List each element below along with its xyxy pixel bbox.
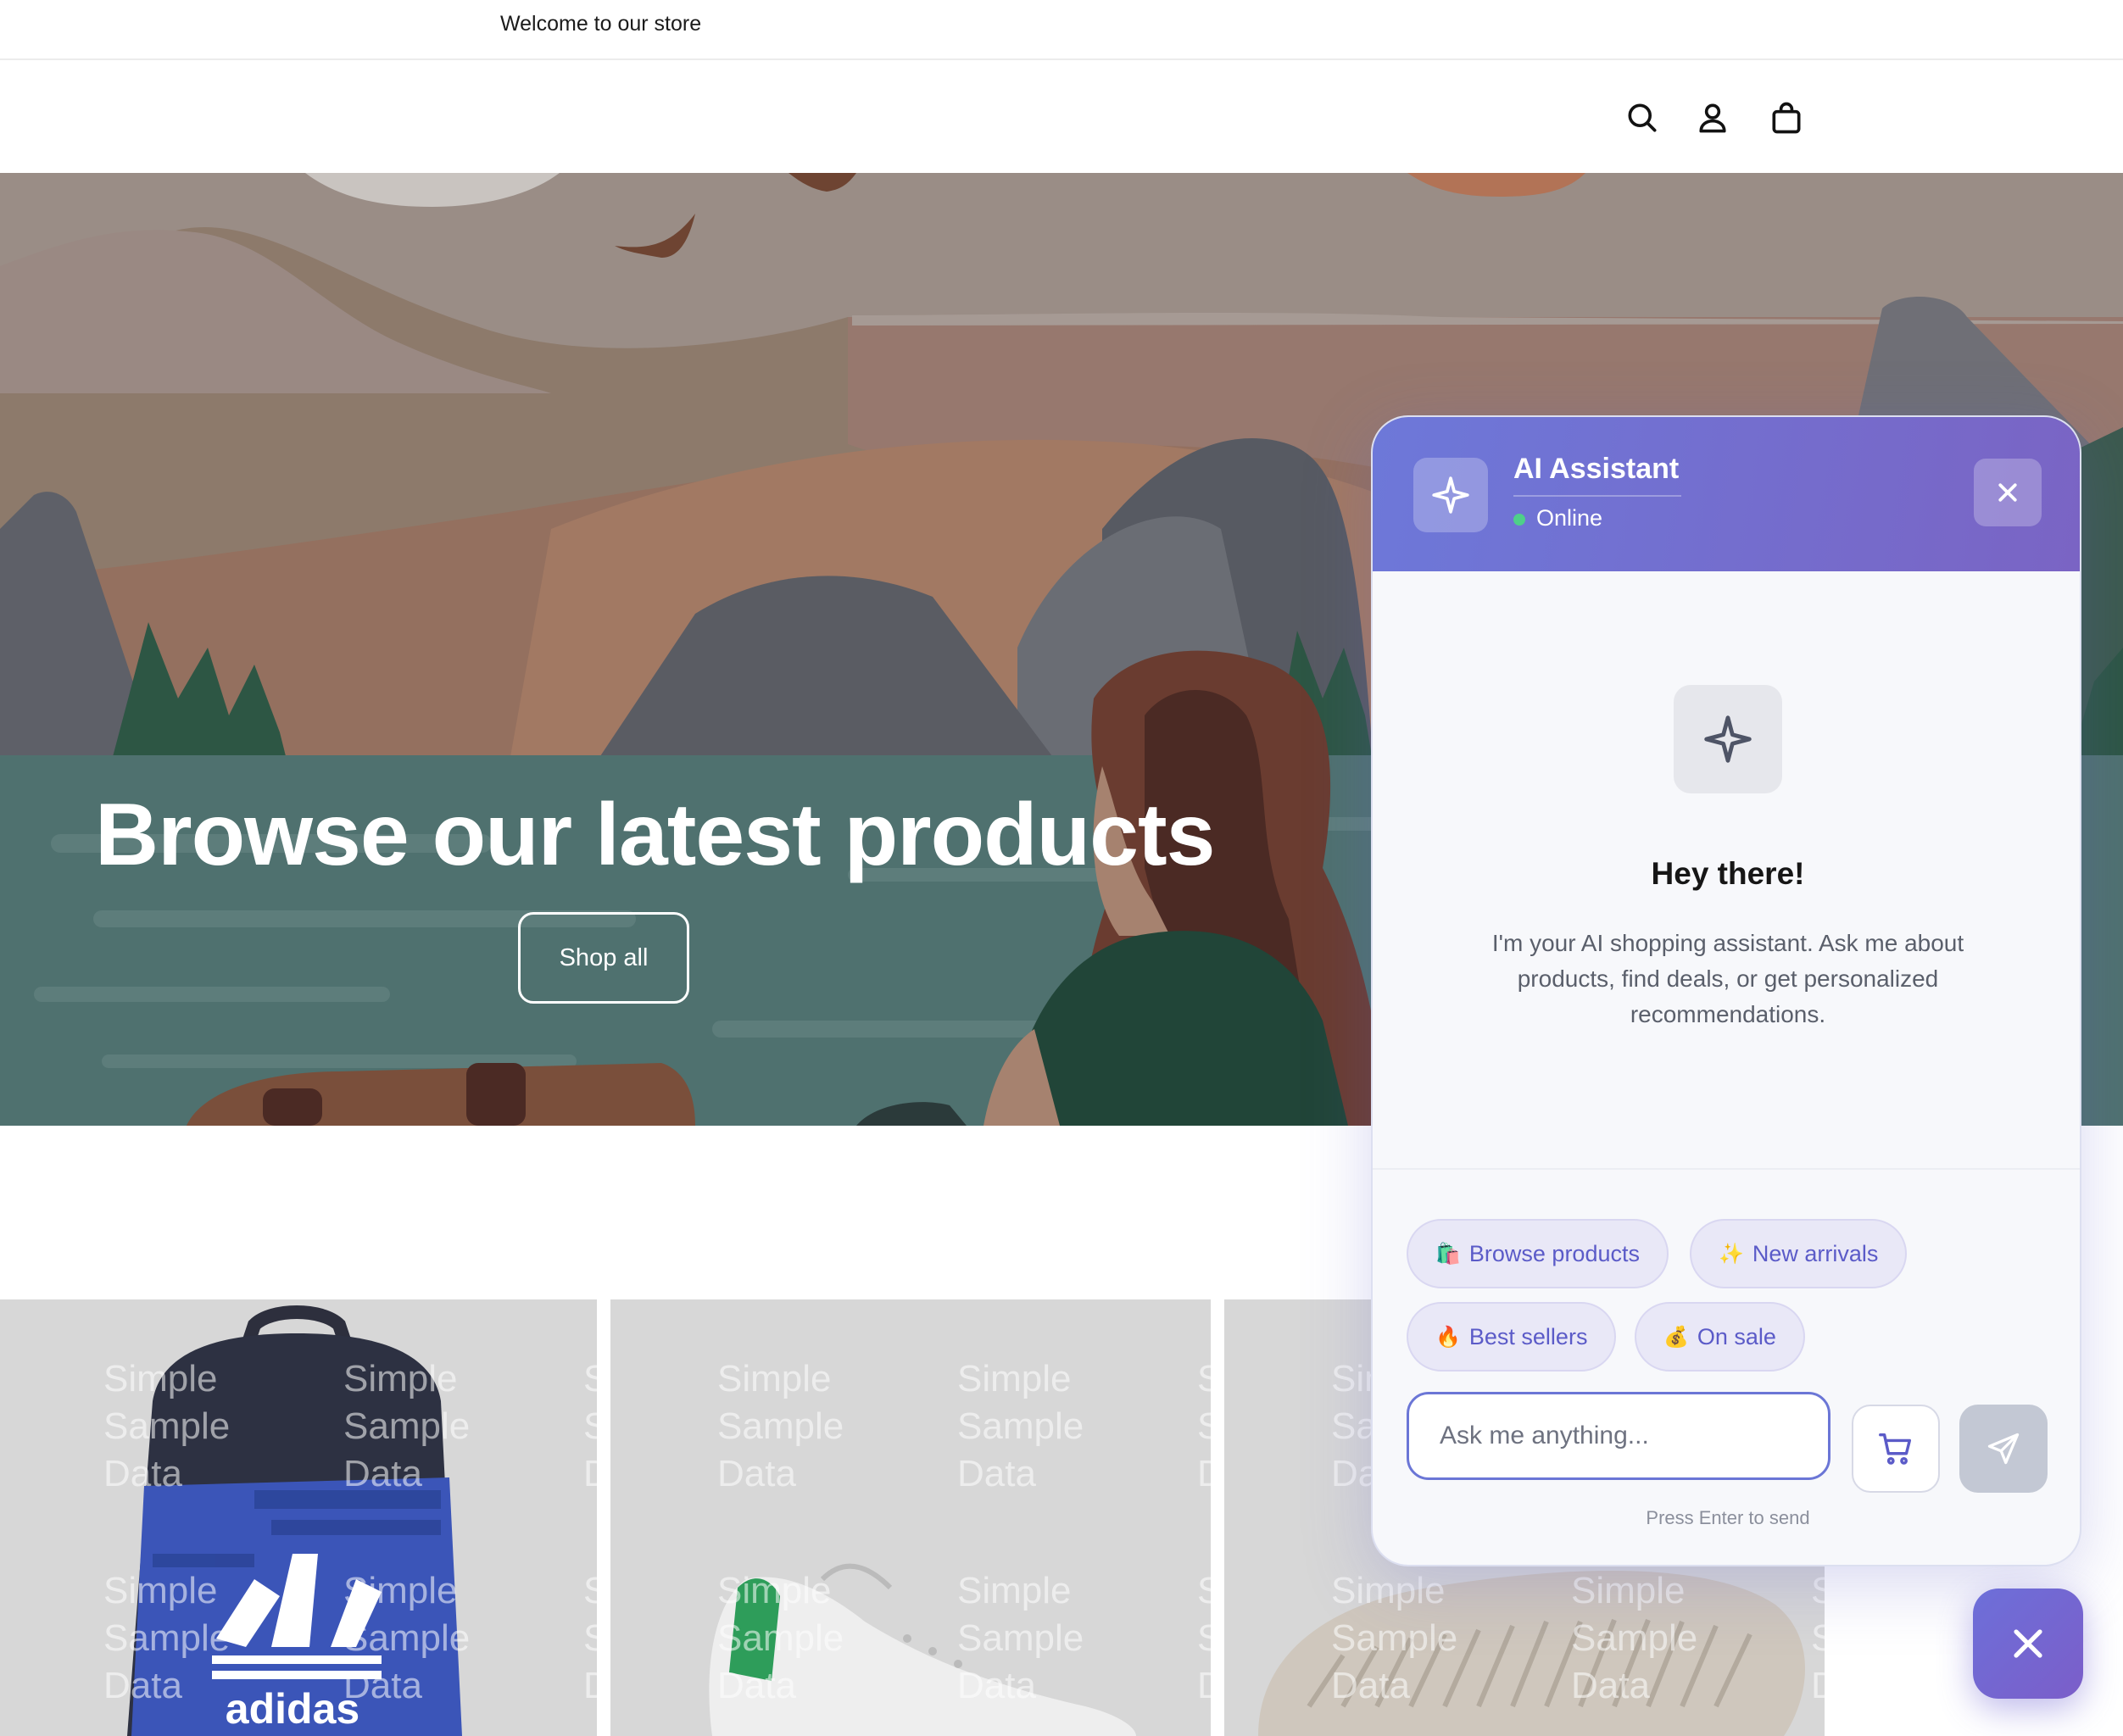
product-image-sneaker [610, 1299, 1211, 1736]
watermark-text: SSD [1197, 1358, 1211, 1494]
fire-icon: 🔥 [1435, 1325, 1461, 1349]
chat-title-divider [1513, 495, 1681, 497]
product-image-backpack: adidas [0, 1299, 597, 1736]
site-header [0, 60, 2123, 173]
watermark-text: SimpleSampleData [957, 1358, 1084, 1494]
search-icon[interactable] [1624, 99, 1661, 136]
watermark-text: SimpleSampleData [343, 1570, 471, 1706]
chip-new-arrivals[interactable]: ✨ New arrivals [1690, 1219, 1908, 1288]
watermark-text: SimpleSampleData [1571, 1570, 1698, 1706]
product-card[interactable]: Simple Sample Data Simple Sample Data SSD Si… [610, 1299, 1211, 1736]
chat-header: AI Assistant Online [1373, 417, 2080, 571]
chip-label: On sale [1697, 1323, 1776, 1349]
chat-title: AI Assistant [1513, 453, 1680, 485]
watermark-text: SimpleSampleData [717, 1358, 844, 1494]
chip-best-sellers[interactable]: 🔥 Best sellers [1407, 1302, 1617, 1372]
shopping-bags-icon: 🛍️ [1435, 1242, 1461, 1266]
send-hint: Press Enter to send [1646, 1507, 1810, 1528]
send-icon [1987, 1433, 2020, 1465]
watermark-text: SimpleSampleData [717, 1570, 844, 1706]
watermark-text: SimpleSampleData [343, 1358, 471, 1494]
watermark-text: SSD [583, 1570, 597, 1706]
watermark-text: SSD [1197, 1570, 1211, 1706]
cart-icon[interactable] [1768, 99, 1805, 136]
chat-cart-button[interactable] [1852, 1405, 1940, 1493]
send-message-button[interactable] [1959, 1405, 2048, 1493]
svg-text:adidas: adidas [226, 1685, 359, 1733]
chat-close-button[interactable] [1974, 459, 2042, 526]
announcement-bar: Welcome to our store [0, 0, 2123, 60]
ai-chat-widget: AI Assistant Online Hey there! I'm your … [1371, 415, 2081, 1566]
watermark-text: SSD [1811, 1570, 1825, 1706]
welcome-title: Hey there! [1651, 856, 1805, 891]
chip-label: Best sellers [1468, 1323, 1588, 1349]
product-card[interactable]: adidas Simple Sample Data Simple Sample Data… [0, 1299, 597, 1736]
shop-all-button[interactable]: Shop all [518, 912, 689, 1004]
watermark-text: SimpleSampleData [957, 1570, 1084, 1706]
chat-divider [1373, 1168, 2080, 1170]
online-status-dot [1513, 514, 1525, 526]
chip-on-sale[interactable]: 💰 On sale [1635, 1302, 1805, 1372]
chip-label: New arrivals [1752, 1240, 1879, 1266]
chip-browse-products[interactable]: 🛍️ Browse products [1407, 1219, 1669, 1288]
close-icon [2014, 1629, 2042, 1658]
money-bag-icon: 💰 [1663, 1325, 1689, 1349]
welcome-text: I'm your AI shopping assistant. Ask me a… [1491, 930, 1964, 1027]
sparkle-icon [1413, 458, 1488, 532]
account-icon[interactable] [1694, 99, 1731, 136]
hero-title: Browse our latest products [95, 786, 1215, 884]
sparkle-icon [1674, 685, 1782, 793]
close-icon [1998, 483, 2017, 502]
watermark-text: SimpleSampleData [1331, 1570, 1458, 1706]
chat-message-input[interactable] [1407, 1392, 1830, 1480]
online-status-text: Online [1536, 505, 1603, 531]
watermark-text: SSD [583, 1358, 597, 1494]
announcement-text: Welcome to our store [500, 12, 702, 36]
shopping-cart-icon [1879, 1433, 1912, 1465]
chip-label: Browse products [1468, 1240, 1640, 1266]
watermark-text: SimpleSampleData [103, 1358, 231, 1494]
chat-toggle-button[interactable] [1973, 1589, 2083, 1699]
watermark-text: SimpleSampleData [103, 1570, 231, 1706]
sparkles-icon: ✨ [1719, 1242, 1744, 1266]
